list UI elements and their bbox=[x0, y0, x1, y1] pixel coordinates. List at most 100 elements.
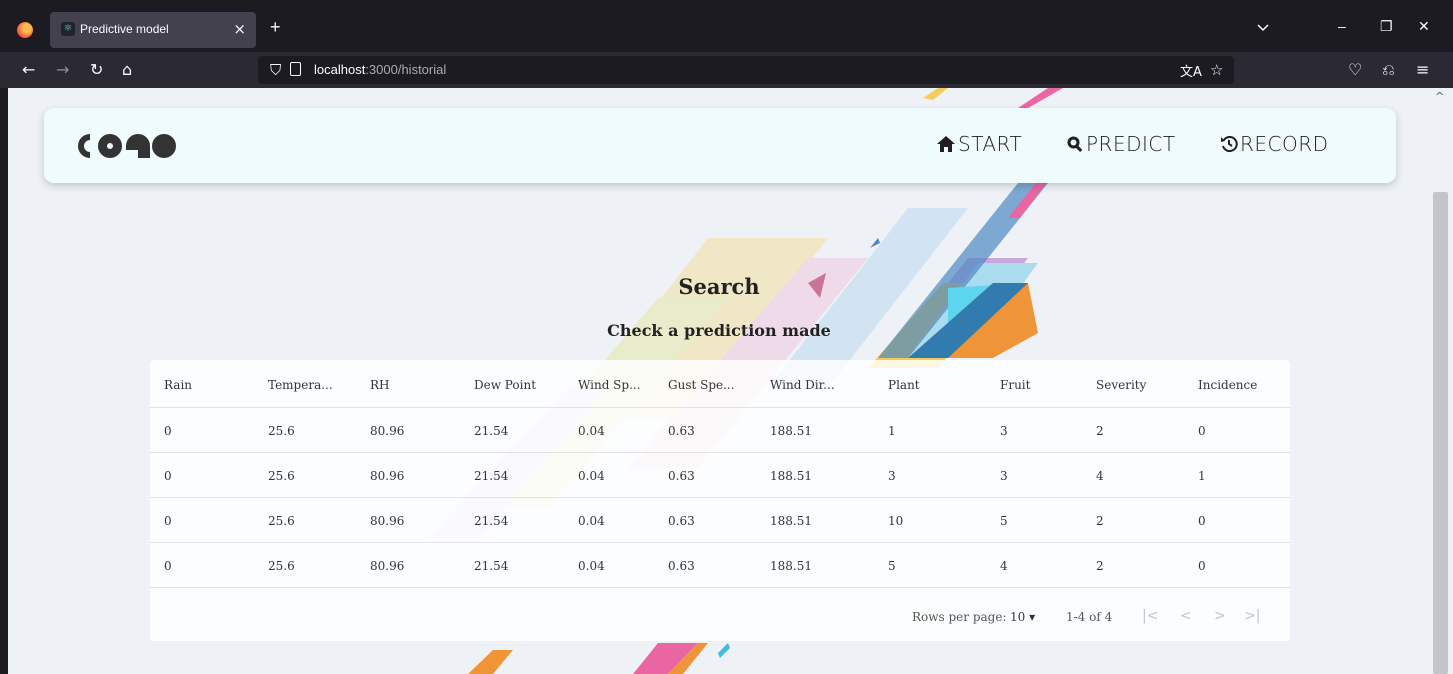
table-row[interactable]: 0 25.6 80.96 21.54 0.04 0.63 188.51 5 4 2 0 bbox=[150, 543, 1290, 588]
search-subtitle: Check a prediction made bbox=[607, 321, 831, 340]
scroll-thumb[interactable] bbox=[1433, 192, 1448, 674]
page-scrollbar[interactable]: ^ bbox=[1430, 88, 1453, 674]
firefox-icon[interactable] bbox=[17, 22, 33, 38]
history-icon bbox=[1221, 136, 1238, 153]
column-header[interactable]: Tempera... bbox=[268, 378, 333, 392]
table-cell: 188.51 bbox=[770, 514, 812, 528]
browser-toolbar: ← → ↻ ⌂ ⛉ localhost:3000/historial 文A ☆ … bbox=[0, 52, 1453, 88]
table-row[interactable]: 0 25.6 80.96 21.54 0.04 0.63 188.51 1 3 2 0 bbox=[150, 408, 1290, 453]
new-tab-button[interactable]: + bbox=[270, 18, 281, 36]
page-info-icon[interactable] bbox=[290, 62, 301, 76]
table-cell: 21.54 bbox=[474, 559, 509, 573]
nav-start-link[interactable]: START bbox=[936, 132, 1022, 156]
app-menu-icon[interactable]: ≡ bbox=[1416, 60, 1429, 80]
column-header[interactable]: Severity bbox=[1096, 378, 1146, 392]
table-header: Rain Tempera... RH Dew Point Wind Sp... Gust … bbox=[150, 360, 1290, 408]
table-cell: 0.63 bbox=[668, 424, 695, 438]
browser-tab[interactable]: ⚛ Predictive model × bbox=[50, 12, 256, 48]
table-cell: 5 bbox=[888, 559, 896, 573]
table-cell: 0 bbox=[1198, 559, 1206, 573]
table-cell: 10 bbox=[888, 514, 904, 528]
back-icon[interactable]: ← bbox=[22, 60, 35, 80]
app-header: START PREDICT RECORD bbox=[44, 108, 1396, 183]
table-cell: 0.04 bbox=[578, 514, 605, 528]
page-viewport: START PREDICT RECORD Search Check a pred… bbox=[8, 88, 1430, 674]
nav-predict-label: PREDICT bbox=[1086, 132, 1176, 156]
table-cell: 188.51 bbox=[770, 424, 812, 438]
table-cell: 0 bbox=[164, 469, 172, 483]
close-window-icon[interactable]: ✕ bbox=[1418, 18, 1430, 35]
column-header[interactable]: RH bbox=[370, 378, 390, 392]
column-header[interactable]: Rain bbox=[164, 378, 192, 392]
table-cell: 0 bbox=[164, 424, 172, 438]
translate-icon[interactable]: 文A bbox=[1180, 61, 1202, 80]
table-cell: 80.96 bbox=[370, 469, 405, 483]
table-cell: 0.63 bbox=[668, 514, 695, 528]
nav-start-label: START bbox=[958, 132, 1023, 156]
bookmark-star-icon[interactable]: ☆ bbox=[1210, 61, 1223, 79]
app-logo[interactable] bbox=[70, 132, 180, 160]
table-cell: 0 bbox=[164, 514, 172, 528]
table-cell: 4 bbox=[1096, 469, 1104, 483]
extensions-icon[interactable]: ⎌ bbox=[1382, 60, 1395, 80]
nav-predict-link[interactable]: PREDICT bbox=[1066, 132, 1176, 156]
column-header[interactable]: Dew Point bbox=[474, 378, 536, 392]
column-header[interactable]: Wind Sp... bbox=[578, 378, 641, 392]
table-cell: 3 bbox=[1000, 469, 1008, 483]
table-cell: 0.63 bbox=[668, 559, 695, 573]
table-cell: 1 bbox=[1198, 469, 1206, 483]
next-page-icon[interactable]: > bbox=[1214, 608, 1226, 624]
table-cell: 3 bbox=[1000, 424, 1008, 438]
column-header[interactable]: Incidence bbox=[1198, 378, 1257, 392]
scroll-up-icon[interactable]: ^ bbox=[1435, 90, 1444, 103]
table-cell: 0.04 bbox=[578, 469, 605, 483]
react-favicon-icon: ⚛ bbox=[61, 22, 75, 36]
table-cell: 21.54 bbox=[474, 514, 509, 528]
pocket-icon[interactable]: ♡ bbox=[1348, 60, 1362, 80]
minimize-window-icon[interactable]: – bbox=[1338, 18, 1346, 34]
dropdown-caret-icon: ▾ bbox=[1029, 610, 1036, 624]
url-path: :3000/historial bbox=[365, 62, 447, 77]
table-cell: 80.96 bbox=[370, 559, 405, 573]
tab-close-icon[interactable]: × bbox=[233, 20, 246, 38]
home-icon[interactable]: ⌂ bbox=[122, 60, 132, 80]
table-cell: 80.96 bbox=[370, 514, 405, 528]
url-host: localhost bbox=[314, 62, 366, 77]
nav-record-link[interactable]: RECORD bbox=[1220, 132, 1329, 156]
browser-tab-strip: ⚛ Predictive model × + – ❐ ✕ bbox=[0, 0, 1453, 52]
table-cell: 0.04 bbox=[578, 559, 605, 573]
column-header[interactable]: Fruit bbox=[1000, 378, 1030, 392]
table-cell: 21.54 bbox=[474, 469, 509, 483]
last-page-icon[interactable]: >| bbox=[1244, 608, 1260, 624]
table-row[interactable]: 0 25.6 80.96 21.54 0.04 0.63 188.51 10 5 2 0 bbox=[150, 498, 1290, 543]
reload-icon[interactable]: ↻ bbox=[90, 60, 103, 80]
table-cell: 0.63 bbox=[668, 469, 695, 483]
table-cell: 25.6 bbox=[268, 469, 295, 483]
nav-record-label: RECORD bbox=[1240, 132, 1329, 156]
table-cell: 2 bbox=[1096, 559, 1104, 573]
list-all-tabs-icon[interactable] bbox=[1255, 19, 1271, 35]
table-row[interactable]: 0 25.6 80.96 21.54 0.04 0.63 188.51 3 3 4 1 bbox=[150, 453, 1290, 498]
table-cell: 5 bbox=[1000, 514, 1008, 528]
rows-per-page-value: 10 bbox=[1010, 610, 1026, 624]
rows-per-page-select[interactable]: 10 ▾ bbox=[1010, 610, 1035, 624]
table-cell: 0 bbox=[164, 559, 172, 573]
first-page-icon[interactable]: |< bbox=[1142, 608, 1158, 624]
tracking-protection-icon[interactable]: ⛉ bbox=[270, 61, 281, 79]
tab-title: Predictive model bbox=[80, 22, 169, 36]
table-cell: 4 bbox=[1000, 559, 1008, 573]
forward-icon[interactable]: → bbox=[56, 60, 69, 80]
url-bar[interactable]: ⛉ localhost:3000/historial 文A ☆ bbox=[258, 56, 1234, 84]
table-cell: 25.6 bbox=[268, 559, 295, 573]
restore-window-icon[interactable]: ❐ bbox=[1380, 18, 1393, 35]
column-header[interactable]: Wind Dir... bbox=[770, 378, 835, 392]
url-text[interactable]: localhost:3000/historial bbox=[314, 62, 446, 77]
table-cell: 3 bbox=[888, 469, 896, 483]
column-header[interactable]: Plant bbox=[888, 378, 920, 392]
table-cell: 80.96 bbox=[370, 424, 405, 438]
column-header[interactable]: Gust Spe... bbox=[668, 378, 735, 392]
search-icon bbox=[1067, 136, 1083, 152]
search-title: Search bbox=[678, 274, 760, 299]
prev-page-icon[interactable]: < bbox=[1180, 608, 1192, 624]
table-cell: 1 bbox=[888, 424, 896, 438]
